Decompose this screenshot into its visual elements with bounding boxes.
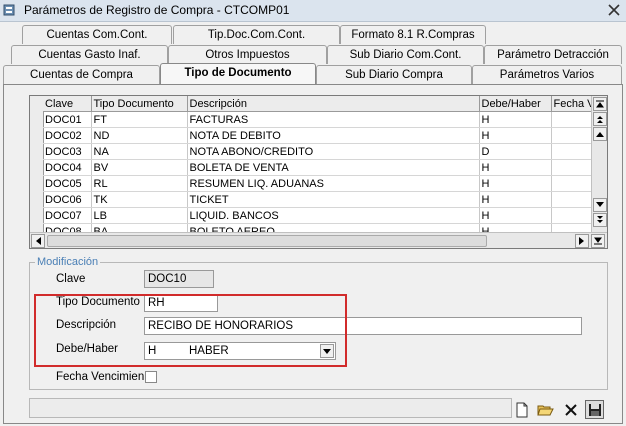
tab-tipo-de-documento[interactable]: Tipo de Documento — [160, 63, 316, 84]
status-bar — [29, 398, 512, 418]
table-cell[interactable]: DOC02 — [43, 127, 92, 144]
table-cell[interactable]: H — [479, 175, 552, 192]
table-cell[interactable]: H — [479, 207, 552, 224]
table-cell[interactable]: FACTURAS — [187, 111, 480, 128]
table-cell[interactable]: BOLETA DE VENTA — [187, 159, 480, 176]
tab-tip-doc-com-cont[interactable]: Tip.Doc.Com.Cont. — [173, 25, 340, 44]
grid-horizontal-scrollbar[interactable] — [30, 232, 607, 248]
table-row[interactable]: DOC01 FT FACTURAS H — [43, 111, 602, 128]
table-row[interactable]: DOC03 NA NOTA ABONO/CREDITO D — [43, 143, 602, 160]
tab-otros-impuestos[interactable]: Otros Impuestos — [168, 45, 327, 64]
table-row[interactable]: DOC06 TK TICKET H — [43, 191, 602, 208]
table-cell[interactable]: DOC01 — [43, 111, 92, 128]
delete-button[interactable] — [561, 400, 580, 419]
col-header-tipo-documento[interactable]: Tipo Documento — [91, 96, 188, 112]
table-cell[interactable]: DOC04 — [43, 159, 92, 176]
document-types-grid[interactable]: Clave Tipo Documento Descripción Debe/Ha… — [29, 95, 608, 249]
tab-parametro-detraccion[interactable]: Parámetro Detracción — [484, 45, 622, 64]
new-document-icon — [516, 402, 527, 417]
grid-header-row: Clave Tipo Documento Descripción Debe/Ha… — [43, 96, 602, 112]
table-cell[interactable]: LB — [91, 207, 188, 224]
table-cell[interactable]: DOC03 — [43, 143, 92, 160]
grid-table: Clave Tipo Documento Descripción Debe/Ha… — [43, 96, 602, 240]
table-cell[interactable]: DOC07 — [43, 207, 92, 224]
table-row[interactable]: DOC04 BV BOLETA DE VENTA H — [43, 159, 602, 176]
title-bar: Parámetros de Registro de Compra - CTCOM… — [0, 0, 626, 22]
col-header-descripcion[interactable]: Descripción — [187, 96, 480, 112]
table-cell[interactable]: H — [479, 111, 552, 128]
app-icon — [3, 4, 15, 16]
open-button[interactable] — [536, 400, 555, 419]
table-cell[interactable]: TK — [91, 191, 188, 208]
tab-sub-diario-compra[interactable]: Sub Diario Compra — [316, 65, 472, 84]
clave-label: Clave — [56, 273, 86, 285]
grid-corner — [30, 96, 44, 111]
table-cell[interactable]: H — [479, 127, 552, 144]
table-cell[interactable]: RESUMEN LIQ. ADUANAS — [187, 175, 480, 192]
tab-parametros-varios[interactable]: Parámetros Varios — [472, 65, 622, 84]
open-folder-icon — [537, 405, 554, 415]
table-cell[interactable]: D — [479, 143, 552, 160]
modification-legend: Modificación — [35, 256, 101, 268]
scroll-up-icon[interactable] — [593, 127, 607, 141]
fecha-vencimiento-label: Fecha Vencimien. — [56, 371, 148, 383]
grid-vertical-scrollbar[interactable] — [591, 96, 607, 232]
table-cell[interactable]: LIQUID. BANCOS — [187, 207, 480, 224]
table-cell[interactable]: BV — [91, 159, 188, 176]
row-indicator-column — [30, 111, 44, 232]
scroll-bottom-icon[interactable] — [591, 234, 605, 248]
table-cell[interactable]: RL — [91, 175, 188, 192]
scroll-down-icon[interactable] — [593, 198, 607, 212]
table-cell[interactable]: NOTA DE DEBITO — [187, 127, 480, 144]
window-title: Parámetros de Registro de Compra - CTCOM… — [24, 3, 290, 17]
tab-cuentas-de-compra[interactable]: Cuentas de Compra — [3, 65, 160, 84]
scroll-right-icon[interactable] — [575, 234, 589, 248]
table-cell[interactable]: ND — [91, 127, 188, 144]
scroll-page-up-icon[interactable] — [593, 112, 607, 126]
table-row[interactable]: DOC07 LB LIQUID. BANCOS H — [43, 207, 602, 224]
tab-cuentas-com-cont[interactable]: Cuentas Com.Cont. — [22, 25, 172, 44]
clave-field: DOC10 — [144, 270, 214, 288]
table-row[interactable]: DOC02 ND NOTA DE DEBITO H — [43, 127, 602, 144]
col-header-clave[interactable]: Clave — [43, 96, 92, 112]
table-cell[interactable]: DOC06 — [43, 191, 92, 208]
col-header-debe-haber[interactable]: Debe/Haber — [479, 96, 552, 112]
scroll-left-icon[interactable] — [31, 234, 45, 248]
delete-icon — [564, 403, 577, 416]
highlight-annotation-box — [34, 294, 347, 367]
table-cell[interactable]: H — [479, 191, 552, 208]
tab-sub-diario-com-cont[interactable]: Sub Diario Com.Cont. — [327, 45, 484, 64]
close-icon[interactable] — [606, 3, 622, 17]
table-cell[interactable]: NOTA ABONO/CREDITO — [187, 143, 480, 160]
fecha-vencimiento-checkbox[interactable] — [145, 371, 157, 383]
table-cell[interactable]: FT — [91, 111, 188, 128]
save-icon — [588, 403, 601, 416]
scroll-top-icon[interactable] — [593, 97, 607, 111]
horizontal-scroll-thumb[interactable] — [47, 235, 487, 247]
table-cell[interactable]: NA — [91, 143, 188, 160]
save-button[interactable] — [585, 400, 604, 419]
tab-cuentas-gasto-inaf[interactable]: Cuentas Gasto Inaf. — [11, 45, 168, 64]
table-cell[interactable]: H — [479, 159, 552, 176]
table-row[interactable]: DOC05 RL RESUMEN LIQ. ADUANAS H — [43, 175, 602, 192]
table-cell[interactable]: TICKET — [187, 191, 480, 208]
scroll-page-down-icon[interactable] — [593, 213, 607, 227]
table-cell[interactable]: DOC05 — [43, 175, 92, 192]
new-document-button[interactable] — [512, 400, 531, 419]
tab-formato-8-1[interactable]: Formato 8.1 R.Compras — [340, 25, 486, 44]
